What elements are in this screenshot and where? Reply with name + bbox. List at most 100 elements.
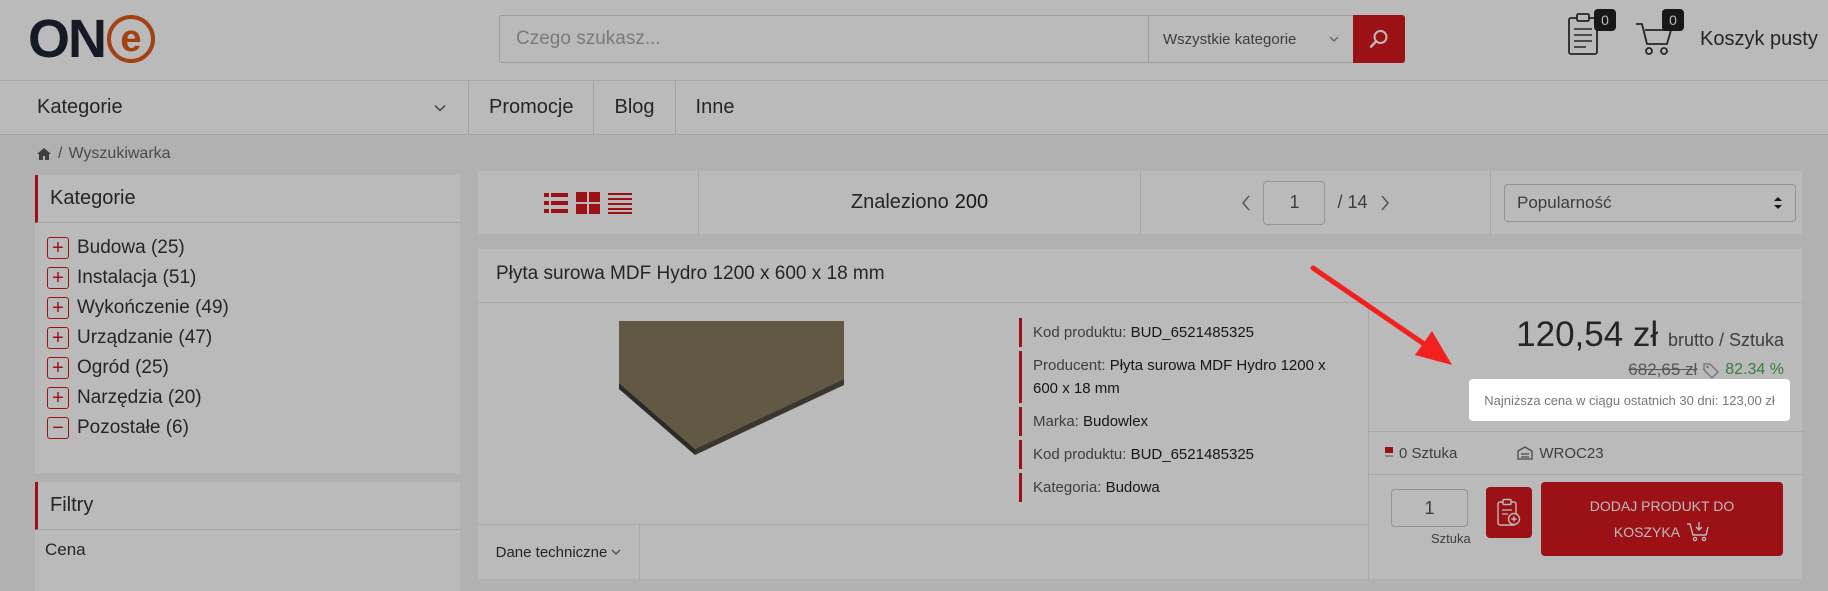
chevron-down-icon [611,549,621,555]
sidebar-categories: Kategorie + Budowa (25) + Instalacja (51) … [35,175,460,473]
stock-value: 0 Sztuka [1399,444,1458,462]
expand-icon[interactable]: + [47,297,69,319]
expand-icon[interactable]: + [47,387,69,409]
cart-status-label[interactable]: Koszyk pusty [1700,28,1818,51]
spec-label: Kod produktu: [1033,446,1127,463]
warehouse-icon [1517,446,1534,460]
quantity-unit: Sztuka [1431,531,1471,546]
tag-icon [1703,363,1720,378]
collapse-icon[interactable]: − [47,417,69,439]
results-toolbar: Znaleziono 200 / 14 Popularność [478,171,1802,234]
search-input[interactable] [500,16,1148,62]
spec-label: Kategoria: [1033,479,1102,496]
grid-view-icon[interactable] [576,191,600,214]
product-title[interactable]: Płyta surowa MDF Hydro 1200 x 600 x 18 m… [496,263,885,285]
nav-categories-label: Kategorie [37,96,123,118]
add-to-cart-button[interactable]: DODAJ PRODUKT DO KOSZYKA [1541,482,1783,556]
cart-button[interactable]: 0 [1634,9,1684,60]
product-footer: Dane techniczne [478,524,1368,579]
compact-list-view-icon[interactable] [608,192,632,214]
category-item[interactable]: + Ogród (25) [35,353,460,383]
cart-download-icon [1687,522,1709,542]
pagination: / 14 [1141,171,1491,234]
site-logo[interactable]: ON e [28,11,155,66]
product-card: Płyta surowa MDF Hydro 1200 x 600 x 18 m… [478,249,1803,579]
product-price: 120,54 zł brutto / Sztuka [1516,315,1784,355]
category-item[interactable]: + Budowa (25) [35,233,460,263]
stock-row: 0 Sztuka WROC23 [1369,431,1803,475]
nav-item-inne[interactable]: Inne [676,81,755,134]
total-pages: / 14 [1337,192,1368,212]
breadcrumb-current[interactable]: Wyszukiwarka [68,145,170,163]
price-value: 120,54 zł [1516,315,1659,354]
spec-row: Kategoria: Budowa [1019,473,1364,502]
logo-e: e [107,14,155,63]
clipboard-add-icon [1497,498,1521,526]
expand-icon[interactable]: + [47,327,69,349]
logo-text: ON [28,8,107,69]
spec-row: Kod produktu: BUD_6521485325 [1019,318,1364,347]
breadcrumb: / Wyszukiwarka [36,145,171,163]
nav-item-promocje[interactable]: Promocje [469,81,595,134]
chevron-down-icon [1329,36,1339,42]
search-button[interactable] [1353,15,1405,63]
results-found-label: Znaleziono [850,191,949,213]
category-label: Ogród (25) [77,357,169,378]
add-to-list-button[interactable] [1486,487,1532,538]
expand-icon[interactable]: + [47,267,69,289]
spec-label: Producent: [1033,357,1106,374]
category-list: + Budowa (25) + Instalacja (51) + Wykończen… [35,223,460,443]
breadcrumb-separator: / [58,145,63,162]
product-specs: Kod produktu: BUD_6521485325 Producent: … [1019,318,1364,506]
home-icon[interactable] [36,147,52,161]
list-view-icon[interactable] [544,192,568,214]
nav-item-blog[interactable]: Blog [594,81,676,134]
sidebar-filters: Filtry Cena [35,482,460,591]
category-label: Pozostałe (6) [77,417,189,438]
spec-row: Producent: Płyta surowa MDF Hydro 1200 x… [1019,351,1364,403]
product-image[interactable] [617,319,852,459]
main-content: / Wyszukiwarka Kategorie + Budowa (25) + I… [0,135,1828,591]
category-item[interactable]: + Narzędzia (20) [35,383,460,413]
search-bar: Wszystkie kategorie [499,15,1405,63]
warehouse-value: WROC23 [1539,444,1604,462]
chevron-down-icon [434,104,446,111]
spec-label: Marka: [1033,413,1079,430]
spec-value: BUD_6521485325 [1130,446,1255,463]
compare-list-button[interactable]: 0 [1566,9,1616,60]
sort-container: Popularność [1491,171,1802,234]
price-panel: 120,54 zł brutto / Sztuka 682,65 zł 82.3… [1368,303,1803,579]
category-label: Budowa (25) [77,237,185,258]
spec-value: Budowa [1105,479,1160,496]
nav-categories-dropdown[interactable]: Kategorie [0,81,469,134]
discount-percent: 82.34 % [1725,361,1784,378]
page-number-input[interactable] [1263,180,1326,225]
chevron-left-icon[interactable] [1241,195,1251,211]
search-category-select[interactable]: Wszystkie kategorie [1148,16,1353,62]
results-count: Znaleziono 200 [699,171,1141,234]
category-label: Narzędzia (20) [77,387,202,408]
stock-level-icon [1385,447,1393,457]
spec-value: BUD_6521485325 [1130,324,1255,341]
expand-icon[interactable]: + [47,237,69,259]
category-item[interactable]: − Pozostałe (6) [35,413,460,443]
filter-price[interactable]: Cena [35,530,460,560]
cart-count-badge: 0 [1662,9,1684,31]
spec-row: Kod produktu: BUD_6521485325 [1019,440,1364,469]
tech-data-toggle[interactable]: Dane techniczne [478,525,640,579]
chevron-right-icon[interactable] [1380,195,1390,211]
view-switcher [478,171,699,234]
results-found-count: 200 [954,191,989,213]
old-price: 682,65 zł [1628,360,1698,379]
spec-label: Kod produktu: [1033,324,1127,341]
category-item[interactable]: + Wykończenie (49) [35,293,460,323]
expand-icon[interactable]: + [47,357,69,379]
category-item[interactable]: + Urządzanie (47) [35,323,460,353]
sidebar-categories-title: Kategorie [35,175,460,223]
category-label: Urządzanie (47) [77,327,213,348]
sort-select[interactable]: Popularność [1504,183,1796,222]
spec-value: Budowlex [1083,413,1149,430]
quantity-input[interactable] [1391,489,1468,527]
category-item[interactable]: + Instalacja (51) [35,263,460,293]
tech-data-label: Dane techniczne [495,543,608,561]
